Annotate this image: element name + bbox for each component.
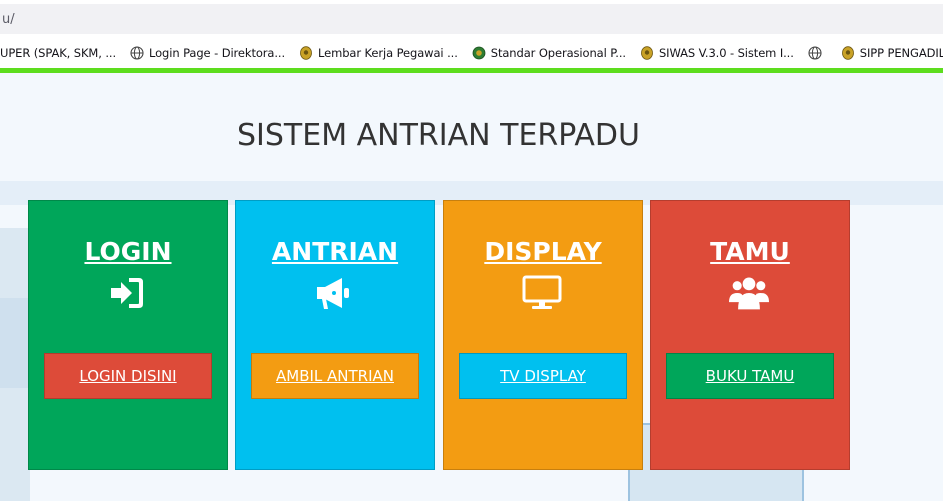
monitor-icon: [522, 275, 562, 309]
guest-card: TAMU BUKU TAMU: [650, 200, 850, 470]
emblem-icon: [841, 46, 854, 60]
card-heading[interactable]: LOGIN: [29, 237, 227, 266]
url-bar: u/: [0, 0, 943, 38]
bookmark-label: SIPP PENGADILAN NE...: [859, 46, 943, 60]
emblem-icon: [300, 46, 312, 60]
bookmark-label: Standar Operasional P...: [490, 46, 626, 60]
users-icon: [729, 277, 769, 310]
guest-book-button[interactable]: BUKU TAMU: [666, 353, 834, 399]
bookmark-label: SIWAS V.3.0 - Sistem I...: [658, 46, 794, 60]
display-card: DISPLAY TV DISPLAY: [443, 200, 643, 470]
bookmark-item[interactable]: SIPP PENGADILAN NE...: [841, 46, 943, 60]
bookmark-item[interactable]: SIWAS V.3.0 - Sistem I...: [640, 46, 794, 60]
bullhorn-icon: [317, 278, 349, 309]
bookmark-item[interactable]: [808, 46, 827, 60]
background-illustration: [0, 298, 30, 388]
globe-icon: [808, 46, 822, 60]
bookmark-item[interactable]: UPER (SPAK, SKM, ...: [0, 46, 116, 60]
bookmark-item[interactable]: Standar Operasional P...: [472, 46, 626, 60]
bookmark-item[interactable]: Login Page - Direktora...: [130, 46, 285, 60]
card-heading[interactable]: ANTRIAN: [236, 237, 434, 266]
login-card: LOGIN LOGIN DISINI: [28, 200, 228, 470]
page-body: SISTEM ANTRIAN TERPADU LOGIN LOGIN DISIN…: [0, 73, 943, 501]
take-queue-button[interactable]: AMBIL ANTRIAN: [251, 353, 419, 399]
address-field[interactable]: u/: [0, 4, 943, 34]
globe-icon: [130, 46, 144, 60]
bookmark-label: UPER (SPAK, SKM, ...: [0, 46, 117, 60]
green-emblem-icon: [472, 46, 486, 60]
emblem-icon: [641, 46, 653, 60]
bookmark-label: Login Page - Direktora...: [149, 46, 286, 60]
url-text: u/: [2, 11, 15, 27]
login-button[interactable]: LOGIN DISINI: [44, 353, 212, 399]
queue-card: ANTRIAN AMBIL ANTRIAN: [235, 200, 435, 470]
card-heading[interactable]: DISPLAY: [444, 237, 642, 266]
bookmark-label: Lembar Kerja Pegawai ...: [318, 46, 458, 60]
bookmark-item[interactable]: Lembar Kerja Pegawai ...: [299, 46, 458, 60]
card-heading[interactable]: TAMU: [651, 237, 849, 266]
tv-display-button[interactable]: TV DISPLAY: [459, 353, 627, 399]
page-title: SISTEM ANTRIAN TERPADU: [237, 118, 640, 153]
bookmarks-bar: UPER (SPAK, SKM, ... Login Page - Direkt…: [0, 38, 943, 68]
sign-in-icon: [111, 278, 143, 308]
